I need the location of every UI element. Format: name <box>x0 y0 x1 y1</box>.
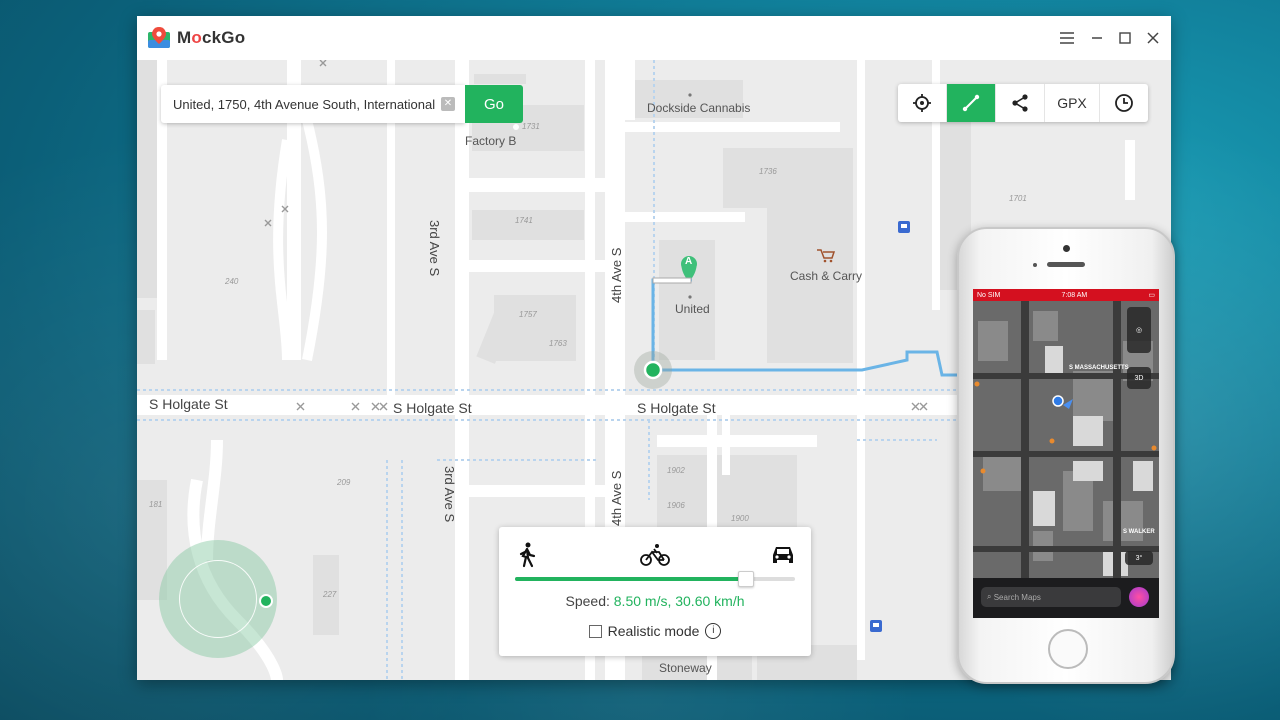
destination-marker-label[interactable]: A <box>685 256 692 267</box>
speed-label: Speed: <box>565 593 614 609</box>
maps-search-bar: ⌕ Search Maps <box>973 578 1159 618</box>
bike-icon[interactable] <box>640 541 670 569</box>
street-label-3rd-ave-bottom: 3rd Ave S <box>442 466 457 523</box>
globe-icon[interactable]: ◎ <box>1136 326 1142 334</box>
realistic-mode-label: Realistic mode <box>607 623 700 639</box>
poi-cash-and-carry[interactable]: Cash & Carry <box>790 269 862 283</box>
mode-toolbar: GPX <box>898 84 1148 122</box>
building-number: 1757 <box>519 310 537 319</box>
building-number: 1741 <box>515 216 533 225</box>
building-number: 181 <box>149 500 163 509</box>
speed-slider-fill <box>515 577 745 581</box>
poi-united[interactable]: United <box>675 302 710 316</box>
hamburger-menu-icon[interactable] <box>1057 28 1077 48</box>
phone-speaker <box>1047 262 1085 267</box>
street-label-holgate-mid: S Holgate St <box>393 400 472 416</box>
building-number: 1906 <box>667 501 685 510</box>
building-number: 1701 <box>1009 194 1027 203</box>
walk-icon[interactable] <box>513 541 541 569</box>
poi-stoneway[interactable]: Stoneway <box>659 661 712 675</box>
building-number: 1731 <box>522 122 540 131</box>
building-number: 1902 <box>667 466 685 475</box>
maximize-icon[interactable] <box>1115 28 1135 48</box>
teleport-crosshair-icon[interactable] <box>898 84 947 122</box>
building-number: 240 <box>225 277 239 286</box>
avatar[interactable] <box>1129 587 1149 607</box>
building-number: 227 <box>323 590 337 599</box>
clear-search-icon[interactable]: ✕ <box>441 97 455 111</box>
route-icon[interactable] <box>947 84 996 122</box>
joystick-ring <box>179 560 257 638</box>
satellite-map[interactable]: ◎ 3D S MASSACHUSETTS S WALKER 3° <box>973 301 1159 578</box>
building-number: 209 <box>337 478 351 487</box>
weather-badge: 3° <box>1125 551 1153 565</box>
home-button[interactable] <box>1048 629 1088 669</box>
gpx-button[interactable]: GPX <box>1045 84 1100 122</box>
speed-panel: Speed: 8.50 m/s, 30.60 km/h Realistic mo… <box>499 527 811 656</box>
speed-value: 8.50 m/s, 30.60 km/h <box>613 593 745 609</box>
title-bar: MockGo <box>137 16 1171 60</box>
clock-icon[interactable] <box>1100 84 1148 122</box>
phone-time: 7:08 AM <box>1061 291 1088 299</box>
street-label-4th-ave-top: 4th Ave S <box>609 247 624 303</box>
phone-sensor <box>1033 263 1037 267</box>
phone-camera <box>1063 245 1070 252</box>
maps-search-field[interactable]: ⌕ Search Maps <box>981 587 1121 607</box>
phone-screen: No SIM 7:08 AM ▭ ◎ 3D S MASSACHUSETTS S … <box>973 289 1159 618</box>
joystick-handle[interactable] <box>259 594 273 608</box>
close-icon[interactable] <box>1143 28 1163 48</box>
speed-slider[interactable] <box>515 571 795 587</box>
street-label-holgate-left: S Holgate St <box>149 396 228 412</box>
battery-icon: ▭ <box>1148 292 1155 299</box>
phone-status-bar: No SIM 7:08 AM ▭ <box>973 289 1159 301</box>
go-button[interactable]: Go <box>465 85 523 123</box>
speed-slider-thumb[interactable] <box>737 571 754 587</box>
street-label-walker: S WALKER <box>1123 529 1155 535</box>
street-label-4th-ave-bottom: 4th Ave S <box>609 470 624 526</box>
building-number: 1736 <box>759 167 777 176</box>
street-label-massachusetts: S MASSACHUSETTS <box>1069 365 1129 371</box>
building-number: 1763 <box>549 339 567 348</box>
minimize-icon[interactable] <box>1087 28 1107 48</box>
app-logo-icon <box>148 27 170 48</box>
app-title: MockGo <box>177 28 246 47</box>
carrier-label: No SIM <box>977 291 1001 299</box>
realistic-mode-row: Realistic mode i <box>499 623 811 639</box>
car-icon[interactable] <box>769 541 797 569</box>
3d-button[interactable]: 3D <box>1127 367 1151 389</box>
poi-dockside-cannabis[interactable]: Dockside Cannabis <box>647 101 750 115</box>
location-search-input[interactable] <box>171 95 437 113</box>
speed-readout: Speed: 8.50 m/s, 30.60 km/h <box>499 593 811 609</box>
iphone-mockup: No SIM 7:08 AM ▭ ◎ 3D S MASSACHUSETTS S … <box>957 227 1175 684</box>
location-search: ✕ <box>161 85 465 123</box>
info-icon[interactable]: i <box>705 623 722 639</box>
street-label-3rd-ave-top: 3rd Ave S <box>427 220 442 277</box>
share-icon[interactable] <box>996 84 1045 122</box>
map-controls: ◎ <box>1127 307 1151 353</box>
poi-factory-b[interactable]: Factory B <box>465 134 516 148</box>
realistic-mode-checkbox[interactable] <box>588 624 602 638</box>
street-label-holgate-right: S Holgate St <box>637 400 716 416</box>
building-number: 1900 <box>731 514 749 523</box>
